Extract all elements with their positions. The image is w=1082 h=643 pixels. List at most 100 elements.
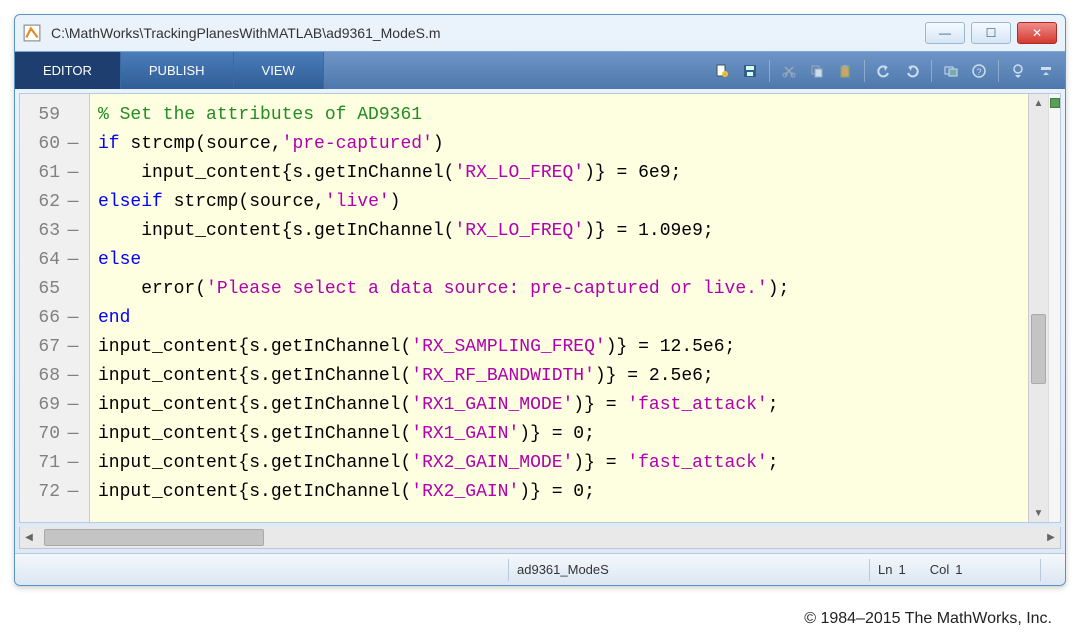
line-number: 62 (20, 192, 60, 212)
svg-text:+: + (724, 72, 727, 78)
minimize-toolstrip-icon[interactable] (1033, 58, 1059, 84)
toolstrip: EDITOR PUBLISH VIEW + ? (15, 51, 1065, 89)
editor-area: 5960—61—62—63—64—6566—67—68—69—70—71—72—… (19, 93, 1061, 523)
col-value: 1 (955, 562, 962, 577)
titlebar[interactable]: C:\MathWorks\TrackingPlanesWithMATLAB\ad… (15, 15, 1065, 51)
line-number: 72 (20, 482, 60, 502)
breakpoint-dash[interactable]: — (60, 192, 86, 212)
gutter-row[interactable]: 67— (20, 332, 89, 361)
gutter-row[interactable]: 70— (20, 419, 89, 448)
line-number: 69 (20, 395, 60, 415)
quick-actions: + ? (703, 52, 1065, 89)
ln-label: Ln (878, 562, 892, 577)
gutter-row[interactable]: 72— (20, 477, 89, 506)
breakpoint-dash[interactable]: — (60, 482, 86, 502)
code-line[interactable]: input_content{s.getInChannel('RX_RF_BAND… (98, 361, 1020, 390)
status-filename[interactable]: ad9361_ModeS (509, 562, 869, 577)
switch-windows-icon[interactable] (938, 58, 964, 84)
col-label: Col (930, 562, 950, 577)
tab-view[interactable]: VIEW (234, 52, 324, 89)
gutter-row[interactable]: 62— (20, 187, 89, 216)
copyright-text: © 1984–2015 The MathWorks, Inc. (0, 600, 1082, 638)
gutter-row[interactable]: 60— (20, 129, 89, 158)
help-icon[interactable]: ? (966, 58, 992, 84)
toolbar-separator (864, 60, 865, 82)
scroll-left-icon[interactable]: ◀ (20, 527, 38, 548)
toolstrip-spacer (324, 52, 703, 89)
vertical-scrollbar[interactable]: ▲ ▼ (1028, 94, 1048, 522)
code-line[interactable]: % Set the attributes of AD9361 (98, 100, 1020, 129)
gutter-row[interactable]: 59 (20, 100, 89, 129)
code-line[interactable]: input_content{s.getInChannel('RX_LO_FREQ… (98, 158, 1020, 187)
gutter-row[interactable]: 61— (20, 158, 89, 187)
save-icon[interactable] (737, 58, 763, 84)
breakpoint-dash[interactable]: — (60, 250, 86, 270)
code-line[interactable]: input_content{s.getInChannel('RX_LO_FREQ… (98, 216, 1020, 245)
tab-editor[interactable]: EDITOR (15, 52, 121, 89)
vscroll-thumb[interactable] (1031, 314, 1046, 384)
gutter-row[interactable]: 66— (20, 303, 89, 332)
line-number: 61 (20, 163, 60, 183)
code-line[interactable]: input_content{s.getInChannel('RX2_GAIN_M… (98, 448, 1020, 477)
actions-dropdown-icon[interactable] (1005, 58, 1031, 84)
ln-value: 1 (898, 562, 905, 577)
redo-icon[interactable] (899, 58, 925, 84)
status-position[interactable]: Ln 1 Col 1 (870, 562, 1040, 577)
undo-icon[interactable] (871, 58, 897, 84)
breakpoint-dash[interactable]: — (60, 221, 86, 241)
line-number: 65 (20, 279, 60, 299)
code-analyzer-indicator[interactable] (1050, 98, 1060, 108)
scroll-right-icon[interactable]: ▶ (1042, 527, 1060, 548)
gutter-row[interactable]: 69— (20, 390, 89, 419)
breakpoint-dash[interactable]: — (60, 453, 86, 473)
maximize-button[interactable]: ☐ (971, 22, 1011, 44)
close-button[interactable]: ✕ (1017, 22, 1057, 44)
breakpoint-dash[interactable]: — (60, 134, 86, 154)
line-number: 64 (20, 250, 60, 270)
breakpoint-dash[interactable]: — (60, 163, 86, 183)
code-line[interactable]: else (98, 245, 1020, 274)
code-line[interactable]: if strcmp(source,'pre-captured') (98, 129, 1020, 158)
matlab-editor-icon (23, 24, 41, 42)
toolbar-separator (998, 60, 999, 82)
copy-icon[interactable] (804, 58, 830, 84)
minimize-button[interactable]: — (925, 22, 965, 44)
new-file-icon[interactable]: + (709, 58, 735, 84)
hscroll-thumb[interactable] (44, 529, 264, 546)
window-title: C:\MathWorks\TrackingPlanesWithMATLAB\ad… (51, 25, 925, 41)
line-number: 68 (20, 366, 60, 386)
breakpoint-dash[interactable]: — (60, 424, 86, 444)
code-line[interactable]: error('Please select a data source: pre-… (98, 274, 1020, 303)
code-area[interactable]: % Set the attributes of AD9361if strcmp(… (90, 94, 1028, 522)
gutter-row[interactable]: 68— (20, 361, 89, 390)
breakpoint-dash[interactable]: — (60, 395, 86, 415)
toolbar-separator (931, 60, 932, 82)
hscroll-track[interactable] (38, 527, 1042, 548)
line-number: 71 (20, 453, 60, 473)
breakpoint-dash[interactable]: — (60, 337, 86, 357)
scroll-down-icon[interactable]: ▼ (1029, 504, 1048, 522)
editor-window: C:\MathWorks\TrackingPlanesWithMATLAB\ad… (14, 14, 1066, 586)
paste-icon[interactable] (832, 58, 858, 84)
gutter-row[interactable]: 63— (20, 216, 89, 245)
gutter-row[interactable]: 64— (20, 245, 89, 274)
gutter-row[interactable]: 65 (20, 274, 89, 303)
code-line[interactable]: elseif strcmp(source,'live') (98, 187, 1020, 216)
code-analyzer-strip[interactable] (1048, 94, 1060, 522)
breakpoint-dash[interactable]: — (60, 308, 86, 328)
tab-publish[interactable]: PUBLISH (121, 52, 234, 89)
code-line[interactable]: input_content{s.getInChannel('RX2_GAIN')… (98, 477, 1020, 506)
scroll-up-icon[interactable]: ▲ (1029, 94, 1048, 112)
code-line[interactable]: input_content{s.getInChannel('RX_SAMPLIN… (98, 332, 1020, 361)
line-number: 67 (20, 337, 60, 357)
breakpoint-dash[interactable]: — (60, 366, 86, 386)
gutter-row[interactable]: 71— (20, 448, 89, 477)
code-line[interactable]: input_content{s.getInChannel('RX1_GAIN')… (98, 419, 1020, 448)
cut-icon[interactable] (776, 58, 802, 84)
code-line[interactable]: input_content{s.getInChannel('RX1_GAIN_M… (98, 390, 1020, 419)
code-line[interactable]: end (98, 303, 1020, 332)
horizontal-scrollbar[interactable]: ◀ ▶ (19, 527, 1061, 549)
toolbar-separator (769, 60, 770, 82)
line-number: 63 (20, 221, 60, 241)
line-number: 59 (20, 105, 60, 125)
